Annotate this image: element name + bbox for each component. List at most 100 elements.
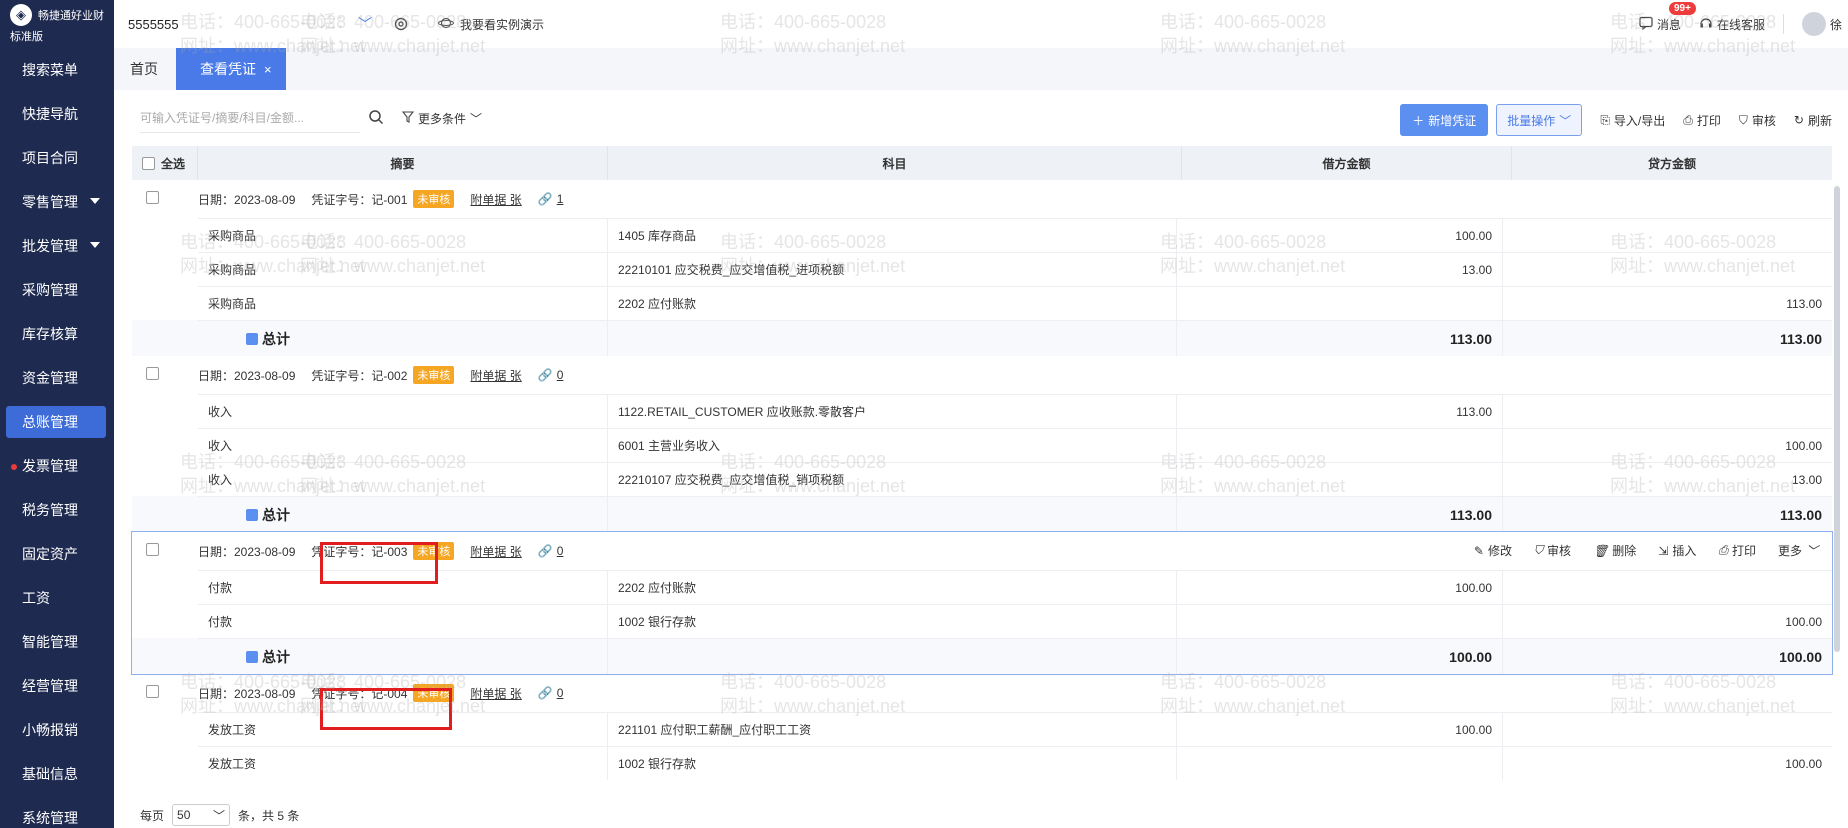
headset-icon	[1699, 16, 1713, 33]
insert-button[interactable]: ⇲ 插入	[1658, 542, 1696, 559]
refresh-label: 刷新	[1807, 113, 1832, 128]
edit-button[interactable]: ✎ 修改	[1474, 542, 1512, 559]
online-service-button[interactable]: 在线客服	[1699, 16, 1765, 33]
sidebar-item[interactable]: 税务管理	[0, 488, 114, 532]
close-icon[interactable]: ×	[264, 62, 272, 77]
sidebar-item[interactable]: 库存核算	[0, 312, 114, 356]
refresh-icon: ↻	[1793, 113, 1804, 127]
new-voucher-button[interactable]: ＋ 新增凭证	[1400, 104, 1489, 136]
attachment-link[interactable]: 附单据 张	[470, 367, 521, 384]
voucher-checkbox[interactable]	[146, 685, 159, 698]
related-docs-link[interactable]: 🔗 0	[538, 544, 564, 558]
attachment-link[interactable]: 附单据 张	[470, 685, 521, 702]
company-name: 5555555	[128, 16, 179, 32]
table-row[interactable]: 采购商品 2202 应付账款 113.00	[132, 286, 1832, 320]
sidebar-item[interactable]: 搜索菜单	[0, 48, 114, 92]
related-docs-link[interactable]: 🔗 1	[538, 192, 564, 206]
chevron-down-icon: ﹀	[213, 808, 226, 823]
delete-button[interactable]: 🗑 删除	[1593, 542, 1636, 559]
credit-cell	[1503, 252, 1832, 286]
voucher-checkbox[interactable]	[146, 543, 159, 556]
voucher-checkbox[interactable]	[146, 367, 159, 380]
vertical-scrollbar[interactable]	[1834, 186, 1840, 652]
print-voucher-button[interactable]: ⎙ 打印	[1718, 542, 1756, 559]
tab-view-voucher[interactable]: 查看凭证 ×	[176, 48, 286, 90]
new-voucher-label: 新增凭证	[1428, 113, 1477, 128]
table-row[interactable]: 收入 1122.RETAIL_CUSTOMER 应收账款.零散客户 113.00	[132, 394, 1832, 428]
brand: ◈ 畅捷通好业财 标准版	[0, 0, 114, 48]
sidebar-item[interactable]: 资金管理	[0, 356, 114, 400]
print-label: 打印	[1731, 544, 1756, 558]
sidebar-item[interactable]: 经营管理	[0, 664, 114, 708]
voucher-number[interactable]: 凭证字号：记-002	[311, 367, 407, 384]
attachment-link[interactable]: 附单据 张	[470, 191, 521, 208]
summary-cell: 采购商品	[198, 218, 608, 252]
more-conditions-button[interactable]: 更多条件 ﹀	[401, 110, 482, 127]
table-row[interactable]: 采购商品 1405 库存商品 100.00	[132, 218, 1832, 252]
more-button[interactable]: 更多 ﹀	[1778, 542, 1818, 559]
refresh-button[interactable]: ↻ 刷新	[1794, 112, 1832, 129]
audit-label: 审核	[1547, 544, 1572, 558]
company-selector[interactable]: 5555555	[128, 17, 358, 32]
tab-home[interactable]: 首页	[114, 48, 174, 90]
gear-icon[interactable]	[392, 15, 410, 33]
messages-button[interactable]: 消息 99+	[1639, 1, 1696, 33]
planet-icon	[438, 16, 454, 33]
sidebar-item[interactable]: 采购管理	[0, 268, 114, 312]
user-label: 徐	[1829, 17, 1842, 32]
insert-label: 插入	[1672, 544, 1697, 558]
search-icon[interactable]	[368, 109, 384, 128]
attachment-link[interactable]: 附单据 张	[470, 543, 521, 560]
voucher-block: 日期：2023-08-09 凭证字号：记-001 未审核 附单据 张 🔗 1 采购商品 140…	[132, 180, 1832, 356]
table-row[interactable]: 收入 6001 主营业务收入 100.00	[132, 428, 1832, 462]
sidebar-item[interactable]: 项目合同	[0, 136, 114, 180]
audit-voucher-button[interactable]: ⛉ 审核	[1534, 542, 1571, 559]
total-row: 总计 100.00 100.00	[132, 638, 1832, 674]
table-row[interactable]: 发放工资 1002 银行存款 100.00	[132, 746, 1832, 780]
table-row[interactable]: 付款 1002 银行存款 100.00	[132, 604, 1832, 638]
select-all-checkbox[interactable]	[142, 156, 155, 170]
voucher-checkbox[interactable]	[146, 191, 159, 204]
batch-operation-button[interactable]: 批量操作 ﹀	[1496, 104, 1583, 136]
trash-icon: 🗑	[1593, 543, 1609, 558]
sidebar-item-label: 固定资产	[22, 546, 78, 562]
more-label: 更多	[1777, 544, 1802, 558]
related-docs-link[interactable]: 🔗 0	[538, 686, 564, 700]
user-menu[interactable]: 徐	[1801, 12, 1842, 36]
insert-icon: ⇲	[1658, 543, 1669, 558]
sidebar-item[interactable]: 基础信息	[0, 752, 114, 796]
sidebar-item[interactable]: 系统管理	[0, 796, 114, 828]
account-cell: 1002 银行存款	[608, 746, 1177, 780]
calculator-icon	[246, 332, 258, 345]
sidebar-item-label: 小畅报销	[22, 722, 78, 738]
voucher-header: 日期：2023-08-09 凭证字号：记-002 未审核 附单据 张 🔗 0	[132, 356, 1832, 394]
sidebar-item[interactable]: 工资	[0, 576, 114, 620]
voucher-number[interactable]: 凭证字号：记-001	[311, 191, 407, 208]
account-cell	[608, 496, 1177, 532]
sidebar-item[interactable]: 零售管理	[0, 180, 114, 224]
audit-button[interactable]: ⛉ 审核	[1739, 112, 1776, 129]
sidebar-item[interactable]: 智能管理	[0, 620, 114, 664]
chevron-down-icon[interactable]: ﹀	[358, 14, 372, 34]
related-docs-link[interactable]: 🔗 0	[538, 368, 564, 382]
sidebar-item[interactable]: 总账管理	[0, 400, 114, 444]
print-button[interactable]: ⎙ 打印	[1683, 112, 1721, 129]
search-input[interactable]	[140, 103, 360, 133]
sidebar-item[interactable]: 固定资产	[0, 532, 114, 576]
sidebar-item[interactable]: 小畅报销	[0, 708, 114, 752]
summary-cell: 发放工资	[198, 746, 608, 780]
sidebar-item[interactable]: 快捷导航	[0, 92, 114, 136]
account-cell: 22210101 应交税费_应交增值税_进项税额	[608, 252, 1177, 286]
credit-cell	[1503, 570, 1832, 604]
messages-badge: 99+	[1668, 1, 1696, 15]
per-page-select[interactable]: 50 ﹀	[172, 804, 231, 826]
select-all[interactable]: 全选	[132, 146, 198, 180]
import-export-button[interactable]: ⎘ 导入/导出	[1600, 112, 1665, 129]
sidebar-item-label: 库存核算	[22, 326, 78, 342]
sidebar-item[interactable]: 发票管理	[0, 444, 114, 488]
tab-label: 首页	[130, 61, 158, 77]
demo-link[interactable]: 我要看实例演示	[438, 16, 544, 33]
table-row[interactable]: 收入 22210107 应交税费_应交增值税_销项税额 13.00	[132, 462, 1832, 496]
table-row[interactable]: 采购商品 22210101 应交税费_应交增值税_进项税额 13.00	[132, 252, 1832, 286]
sidebar-item[interactable]: 批发管理	[0, 224, 114, 268]
